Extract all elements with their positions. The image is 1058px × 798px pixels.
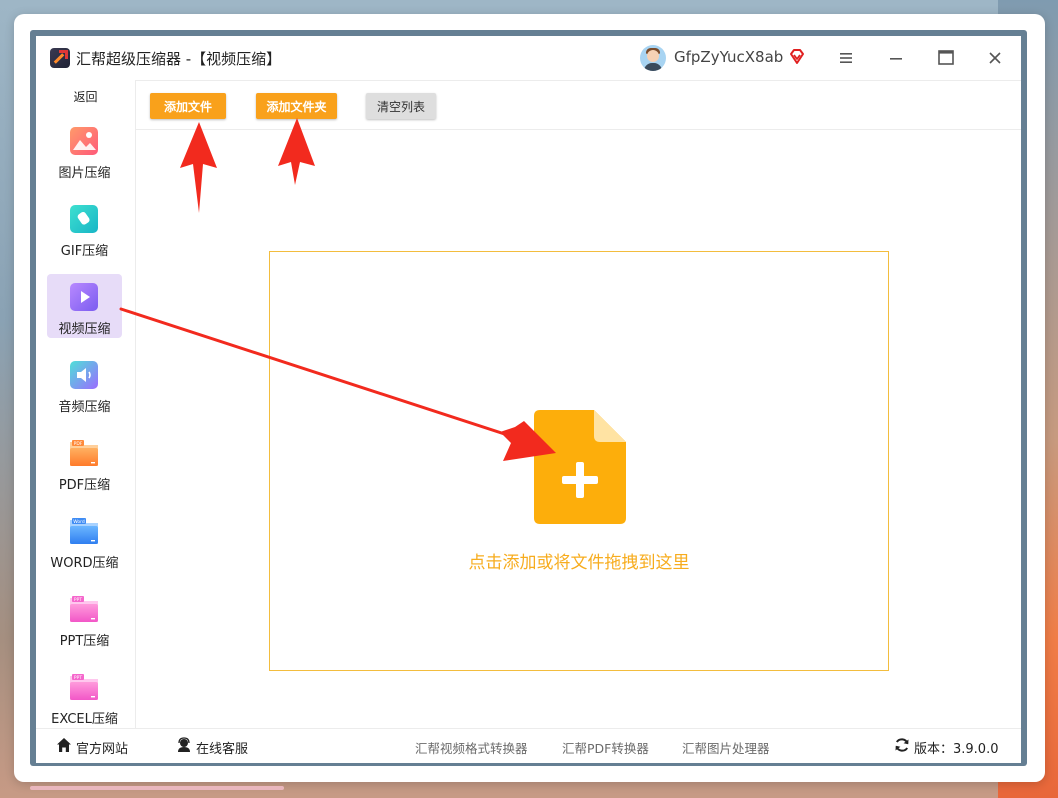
status-footer: 官方网站 在线客服 汇帮视频格式转换器 汇帮PDF转换器 汇帮图片处理器 版本：… xyxy=(36,728,1021,763)
refresh-icon[interactable] xyxy=(894,737,910,753)
image-icon xyxy=(70,127,98,155)
official-website-link[interactable]: 官方网站 xyxy=(76,738,128,757)
sidebar-item-label: PPT压缩 xyxy=(59,634,110,649)
sidebar: 返回 图片压缩 GIF压缩 视频压缩 音频压缩 PDF PDF压缩 Word W… xyxy=(36,80,136,728)
user-avatar[interactable] xyxy=(640,45,666,71)
footer-link-pdf-converter[interactable]: 汇帮PDF转换器 xyxy=(562,738,649,757)
app-logo-icon xyxy=(50,48,70,68)
home-icon xyxy=(57,738,71,752)
sidebar-item-label: 视频压缩 xyxy=(58,322,111,337)
add-file-button[interactable]: 添加文件 xyxy=(150,93,226,119)
close-icon[interactable] xyxy=(982,46,1008,70)
vip-diamond-icon[interactable] xyxy=(788,48,806,66)
video-icon xyxy=(70,283,98,311)
footer-link-video-converter[interactable]: 汇帮视频格式转换器 xyxy=(415,738,528,757)
version-label: 版本：3.9.0.0 xyxy=(914,742,999,757)
sidebar-item-excel[interactable]: PPT EXCEL压缩 xyxy=(47,664,122,728)
audio-icon xyxy=(70,361,98,389)
footer-link-image-processor[interactable]: 汇帮图片处理器 xyxy=(682,738,770,757)
sidebar-item-label: 图片压缩 xyxy=(58,166,111,181)
add-file-icon[interactable] xyxy=(534,410,626,524)
app-title: 汇帮超级压缩器 -【视频压缩】 xyxy=(76,50,282,68)
file-drop-zone[interactable]: 点击添加或将文件拖拽到这里 xyxy=(269,251,889,671)
customer-service-icon xyxy=(178,737,190,752)
drop-zone-hint: 点击添加或将文件拖拽到这里 xyxy=(468,553,690,573)
back-link[interactable]: 返回 xyxy=(36,88,135,105)
ppt-folder-icon: PPT xyxy=(70,596,98,622)
menu-icon[interactable] xyxy=(833,46,859,70)
add-folder-button[interactable]: 添加文件夹 xyxy=(256,93,337,119)
svg-text:PPT: PPT xyxy=(74,597,82,603)
minimize-icon[interactable] xyxy=(883,46,909,70)
username[interactable]: GfpZyYucX8ab xyxy=(674,48,783,66)
gif-icon xyxy=(70,205,98,233)
toolbar: 添加文件 添加文件夹 清空列表 xyxy=(136,80,1021,130)
sidebar-item-label: PDF压缩 xyxy=(58,478,111,493)
sidebar-item-audio[interactable]: 音频压缩 xyxy=(47,352,122,416)
word-folder-icon: Word xyxy=(70,518,98,544)
clear-list-button[interactable]: 清空列表 xyxy=(366,93,436,119)
sidebar-item-pdf[interactable]: PDF PDF压缩 xyxy=(47,430,122,494)
sidebar-item-label: EXCEL压缩 xyxy=(51,712,118,727)
sidebar-item-video[interactable]: 视频压缩 xyxy=(47,274,122,338)
app-window: 汇帮超级压缩器 -【视频压缩】 GfpZyYucX8ab 返回 图片压缩 GIF… xyxy=(36,36,1021,763)
pdf-folder-icon: PDF xyxy=(70,440,98,466)
svg-text:PPT: PPT xyxy=(74,675,82,681)
svg-text:Word: Word xyxy=(73,519,85,525)
sidebar-item-label: 音频压缩 xyxy=(58,400,111,415)
sidebar-item-image[interactable]: 图片压缩 xyxy=(47,118,122,182)
sidebar-item-word[interactable]: Word WORD压缩 xyxy=(47,508,122,572)
excel-folder-icon: PPT xyxy=(70,674,98,700)
svg-text:PDF: PDF xyxy=(74,441,83,447)
sidebar-item-label: GIF压缩 xyxy=(60,244,109,259)
sidebar-item-ppt[interactable]: PPT PPT压缩 xyxy=(47,586,122,650)
sidebar-item-gif[interactable]: GIF压缩 xyxy=(47,196,122,260)
title-bar[interactable]: 汇帮超级压缩器 -【视频压缩】 GfpZyYucX8ab xyxy=(36,36,1021,81)
online-service-link[interactable]: 在线客服 xyxy=(196,738,248,757)
sidebar-item-label: WORD压缩 xyxy=(50,556,119,571)
maximize-icon[interactable] xyxy=(933,46,959,70)
taskbar-strip xyxy=(30,786,284,790)
